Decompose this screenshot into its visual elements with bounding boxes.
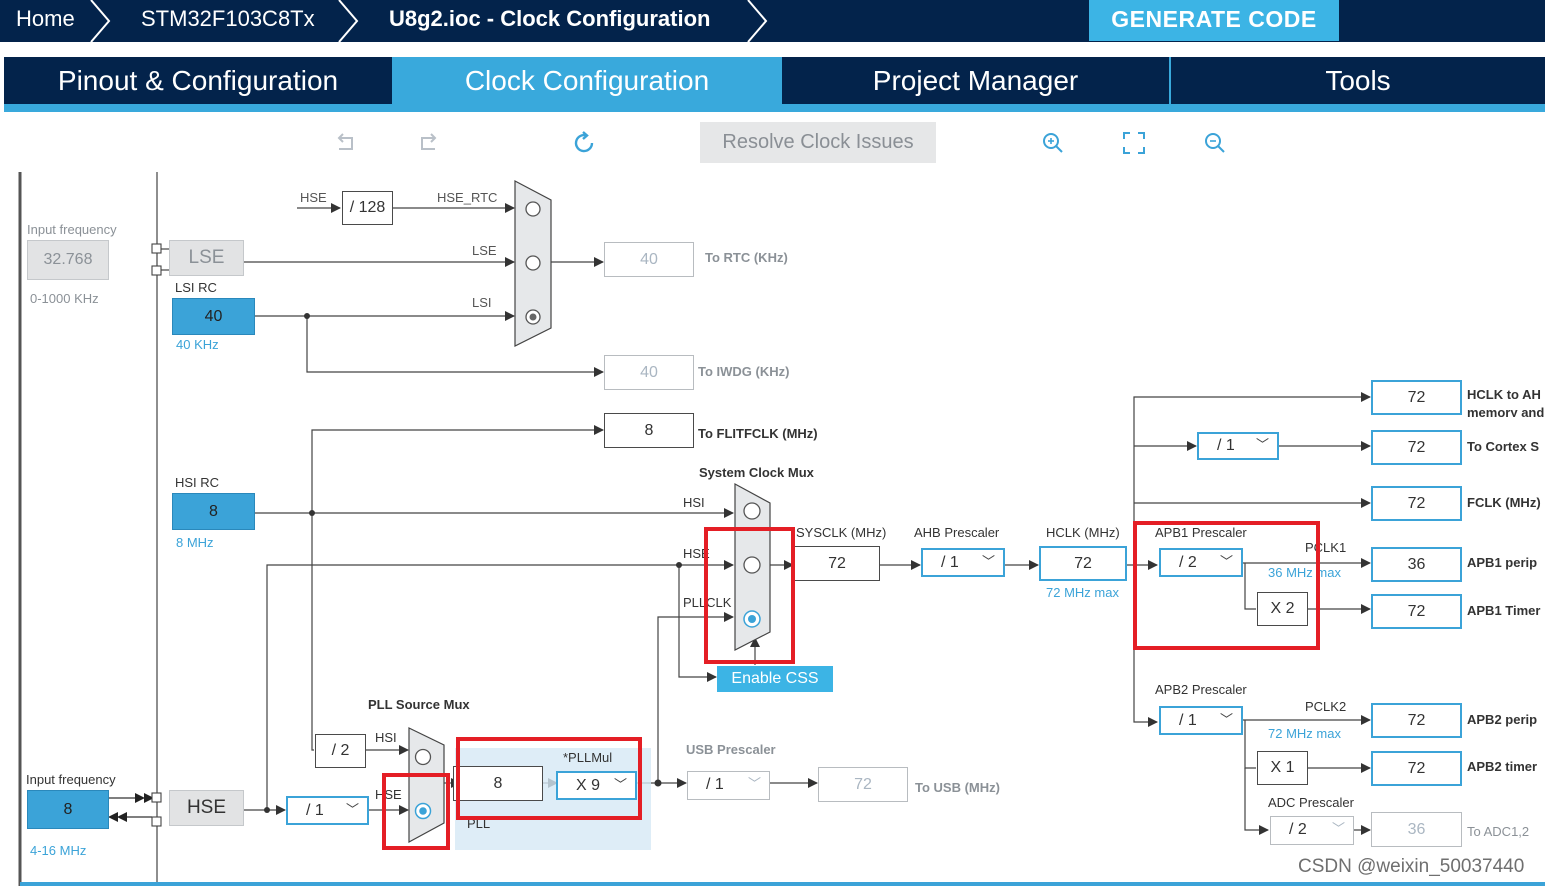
hclk-value[interactable]: 72: [1039, 546, 1127, 581]
adc-prescaler-label: ADC Prescaler: [1268, 795, 1354, 810]
usb-output-value: 72: [818, 767, 908, 802]
apb1-timer-destination-label: APB1 Timer: [1467, 603, 1541, 618]
lse-source-block: LSE: [169, 240, 244, 276]
usb-prescaler-select[interactable]: / 1 ﹀: [687, 771, 770, 800]
apb1-peripheral-output-value: 36: [1371, 547, 1462, 582]
ahb-prescaler-label: AHB Prescaler: [914, 525, 1000, 540]
hse-pll-prescaler-select[interactable]: / 1 ﹀: [286, 796, 369, 825]
lse-input-frequency-label: Input frequency: [27, 222, 117, 237]
chevron-down-icon: ﹀: [1255, 437, 1269, 452]
pclk2-max-label: 72 MHz max: [1268, 726, 1341, 741]
hsi-frequency-label: 8 MHz: [176, 535, 214, 550]
cortex-prescaler-value: / 1: [1217, 437, 1235, 454]
usb-destination-label: To USB (MHz): [915, 780, 1000, 795]
hclk-ahb-output-value: 72: [1371, 380, 1462, 415]
apb2-prescaler-value: / 1: [1179, 712, 1197, 729]
chevron-down-icon: ﹀: [1219, 712, 1233, 727]
adc-prescaler-value: / 2: [1289, 821, 1307, 838]
rtc-hse-label: HSE: [300, 190, 327, 205]
iwdg-output-value: 40: [604, 355, 694, 390]
apb2-timer-destination-label: APB2 timer: [1467, 759, 1538, 774]
hclk-label: HCLK (MHz): [1046, 525, 1120, 540]
usb-prescaler-value: / 1: [706, 776, 724, 793]
highlight-apb1-prescaler: [1133, 521, 1320, 650]
lse-range-label: 0-1000 KHz: [30, 291, 99, 306]
ahb-prescaler-value: / 1: [941, 554, 959, 571]
rtc-lse-label: LSE: [472, 243, 497, 258]
apb1-peripheral-destination-label: APB1 perip: [1467, 555, 1538, 570]
hse-range-label: 4-16 MHz: [30, 843, 87, 858]
usb-prescaler-label: USB Prescaler: [686, 742, 776, 757]
sysmux-hsi-label: HSI: [683, 495, 705, 510]
cortex-prescaler-select[interactable]: / 1 ﹀: [1197, 432, 1279, 460]
apb2-peripheral-output-value: 72: [1371, 703, 1462, 738]
adc-prescaler-select[interactable]: / 2 ﹀: [1270, 816, 1354, 845]
hse-input-frequency-label: Input frequency: [26, 772, 116, 787]
pllsrc-hsi-label: HSI: [375, 730, 397, 745]
rtc-output-value: 40: [604, 242, 694, 277]
apb2-timer-multiplier: X 1: [1257, 751, 1308, 785]
apb1-timer-output-value: 72: [1371, 594, 1462, 629]
flitfclk-output-value: 8: [604, 413, 694, 448]
adc-destination-label: To ADC1,2: [1467, 824, 1530, 839]
chevron-down-icon: ﹀: [981, 554, 995, 569]
adc-output-value: 36: [1371, 812, 1462, 847]
hse-source-block: HSE: [169, 790, 244, 826]
highlight-pll-multiplier: [456, 737, 642, 820]
lse-input-frequency-field[interactable]: 32.768: [27, 240, 109, 280]
highlight-pll-source-hse: [382, 773, 450, 850]
pll-source-mux-title: PLL Source Mux: [368, 697, 470, 712]
chevron-down-icon: ﹀: [1331, 821, 1345, 836]
rtc-mux: [514, 180, 552, 347]
pclk2-label: PCLK2: [1305, 699, 1347, 714]
hse-rtc-label: HSE_RTC: [437, 190, 498, 205]
apb2-prescaler-select[interactable]: / 1 ﹀: [1159, 706, 1243, 735]
sysclk-value[interactable]: 72: [794, 546, 880, 581]
lsi-label: LSI RC: [175, 280, 217, 295]
hsi-pll-divider: / 2: [315, 734, 366, 768]
watermark-text: CSDN @weixin_50037440: [1298, 856, 1525, 877]
cortex-output-value: 72: [1371, 430, 1462, 465]
horizontal-scrollbar[interactable]: [20, 882, 1545, 886]
apb2-peripheral-destination-label: APB2 perip: [1467, 712, 1538, 727]
sysclk-label: SYSCLK (MHz): [796, 525, 887, 540]
chevron-down-icon: ﹀: [345, 802, 359, 817]
chevron-down-icon: ﹀: [747, 776, 761, 791]
system-clock-mux-title: System Clock Mux: [699, 465, 814, 480]
highlight-system-clock-mux: [704, 527, 795, 664]
hclk-max-label: 72 MHz max: [1046, 585, 1119, 600]
apb2-timer-output-value: 72: [1371, 751, 1462, 786]
apb2-prescaler-label: APB2 Prescaler: [1155, 682, 1247, 697]
rtc-destination-label: To RTC (KHz): [705, 250, 788, 265]
ahb-prescaler-select[interactable]: / 1 ﹀: [921, 548, 1005, 577]
enable-css-button[interactable]: Enable CSS: [717, 666, 833, 692]
hse-rtc-divider: / 128: [342, 191, 393, 225]
rtc-lsi-label: LSI: [472, 295, 492, 310]
hclk-ahb-destination-label: HCLK to AH: [1467, 387, 1541, 402]
cortex-destination-label: To Cortex S: [1467, 439, 1539, 454]
hse-pll-prescaler-value: / 1: [306, 802, 324, 819]
lsi-frequency-label: 40 KHz: [176, 337, 219, 352]
fclk-destination-label: FCLK (MHz): [1467, 495, 1541, 510]
hse-input-frequency-field[interactable]: 8: [27, 790, 109, 829]
lsi-value-block: 40: [172, 298, 255, 335]
hsi-value-block: 8: [172, 493, 255, 530]
fclk-output-value: 72: [1371, 486, 1462, 521]
iwdg-destination-label: To IWDG (KHz): [698, 364, 790, 379]
hclk-ahb-destination-label-2: memory and: [1467, 405, 1545, 417]
flitfclk-destination-label: To FLITFCLK (MHz): [698, 426, 818, 441]
hsi-label: HSI RC: [175, 475, 220, 490]
